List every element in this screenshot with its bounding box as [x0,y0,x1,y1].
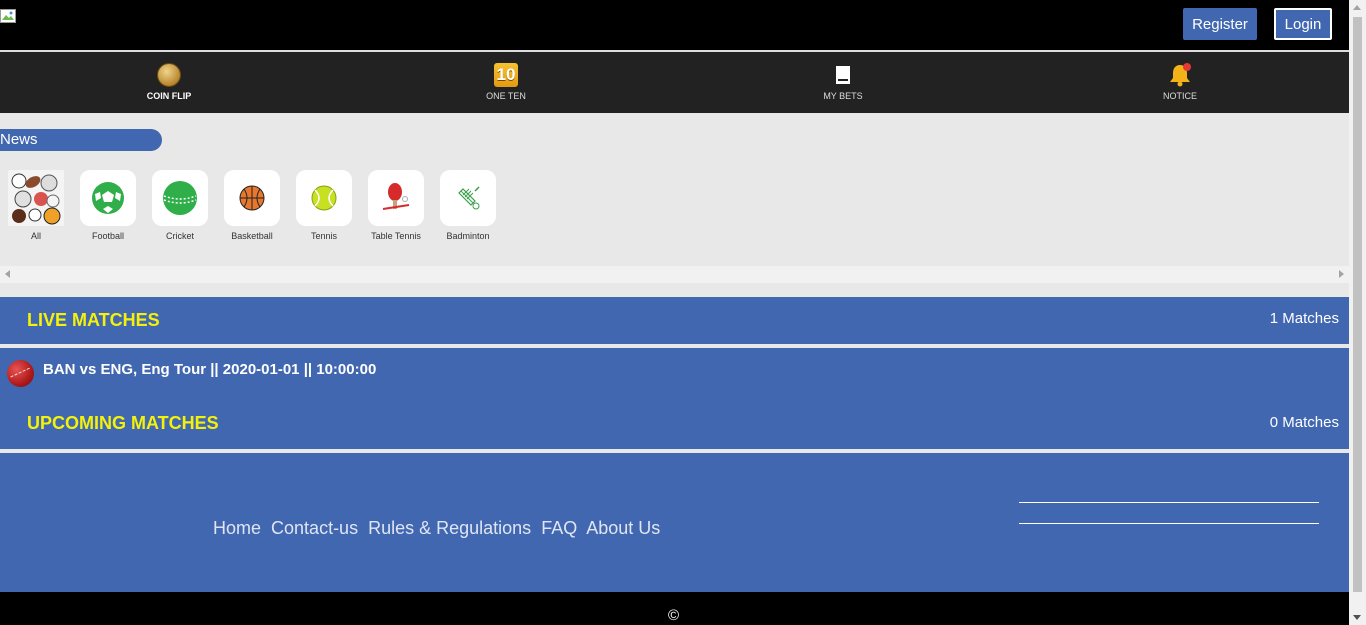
upcoming-matches-title: UPCOMING MATCHES [27,413,219,433]
footer-divider [1019,523,1319,524]
footer: Home Contact-us Rules & Regulations FAQ … [0,453,1349,592]
vertical-scrollbar[interactable] [1349,0,1366,625]
sport-label: Cricket [165,231,194,241]
nav-label: ONE TEN [486,91,526,101]
sport-table-tennis[interactable]: Table Tennis [368,170,424,241]
sport-football[interactable]: Football [80,170,136,241]
footer-link-home[interactable]: Home [213,518,261,538]
nav-one-ten[interactable]: 10 ONE TEN [446,52,566,113]
register-button[interactable]: Register [1183,8,1257,40]
upcoming-matches-count: 0 Matches [1269,414,1339,431]
sport-label: Tennis [310,231,337,241]
copyright: © [668,607,680,624]
nav-notice[interactable]: NOTICE [1120,52,1240,113]
football-icon [92,182,124,214]
live-matches-header: LIVE MATCHES 1 Matches [0,297,1349,344]
table-tennis-icon [382,183,410,210]
news-area: News All Football Cricket Basketball Ten… [0,113,1349,266]
nav-coin-flip[interactable]: COIN FLIP [109,52,229,113]
sport-label: Basketball [231,231,273,241]
cricket-ball-icon [7,360,34,387]
sport-label: Table Tennis [371,231,421,241]
sport-basketball[interactable]: Basketball [224,170,280,241]
scroll-left-icon[interactable] [5,270,10,278]
horizontal-scrollbar[interactable] [0,266,1349,283]
footer-link-contact[interactable]: Contact-us [271,518,358,538]
footer-link-rules[interactable]: Rules & Regulations [368,518,531,538]
ticket-icon [836,66,850,84]
nav-my-bets[interactable]: MY BETS [783,52,903,113]
sport-label: Football [91,231,125,241]
scroll-down-icon[interactable] [1353,615,1361,620]
badminton-icon [458,186,480,210]
bottom-bar: © [0,592,1349,625]
live-matches-count: 1 Matches [1269,310,1339,327]
scroll-up-icon[interactable] [1353,5,1361,10]
top-bar: Register Login [0,0,1349,50]
footer-link-faq[interactable]: FAQ [541,518,577,538]
scrollbar-thumb[interactable] [1353,17,1362,592]
game-nav: COIN FLIP 10 ONE TEN MY BETS NOTICE [0,52,1349,113]
nav-label: NOTICE [1162,91,1197,101]
footer-divider [1019,502,1319,503]
scroll-right-icon[interactable] [1339,270,1344,278]
one-ten-icon: 10 [494,63,518,87]
match-title[interactable]: BAN vs ENG, Eng Tour || 2020-01-01 || 10… [43,361,376,378]
footer-link-about[interactable]: About Us [586,518,660,538]
tennis-icon [311,185,337,211]
broken-logo-icon[interactable] [0,9,16,23]
sport-label: Badminton [446,231,490,241]
nav-label: COIN FLIP [146,91,192,101]
page: Register Login COIN FLIP 10 ONE TEN MY B… [0,0,1349,625]
cricket-icon [163,181,197,215]
basketball-icon [239,185,265,211]
matches-block: BAN vs ENG, Eng Tour || 2020-01-01 || 10… [0,348,1349,449]
sport-all[interactable]: All [8,170,64,241]
footer-links: Home Contact-us Rules & Regulations FAQ … [213,518,665,539]
coin-icon [157,63,181,87]
live-matches-title: LIVE MATCHES [27,310,160,330]
news-label[interactable]: News [0,129,162,151]
all-sports-icon [11,173,61,225]
match-row[interactable]: BAN vs ENG, Eng Tour || 2020-01-01 || 10… [7,360,376,387]
bell-icon [1170,63,1191,87]
nav-label: MY BETS [823,91,863,101]
login-button[interactable]: Login [1274,8,1332,40]
sport-badminton[interactable]: Badminton [440,170,496,241]
sport-tennis[interactable]: Tennis [296,170,352,241]
sport-cricket[interactable]: Cricket [152,170,208,241]
sport-label: All [30,231,41,241]
